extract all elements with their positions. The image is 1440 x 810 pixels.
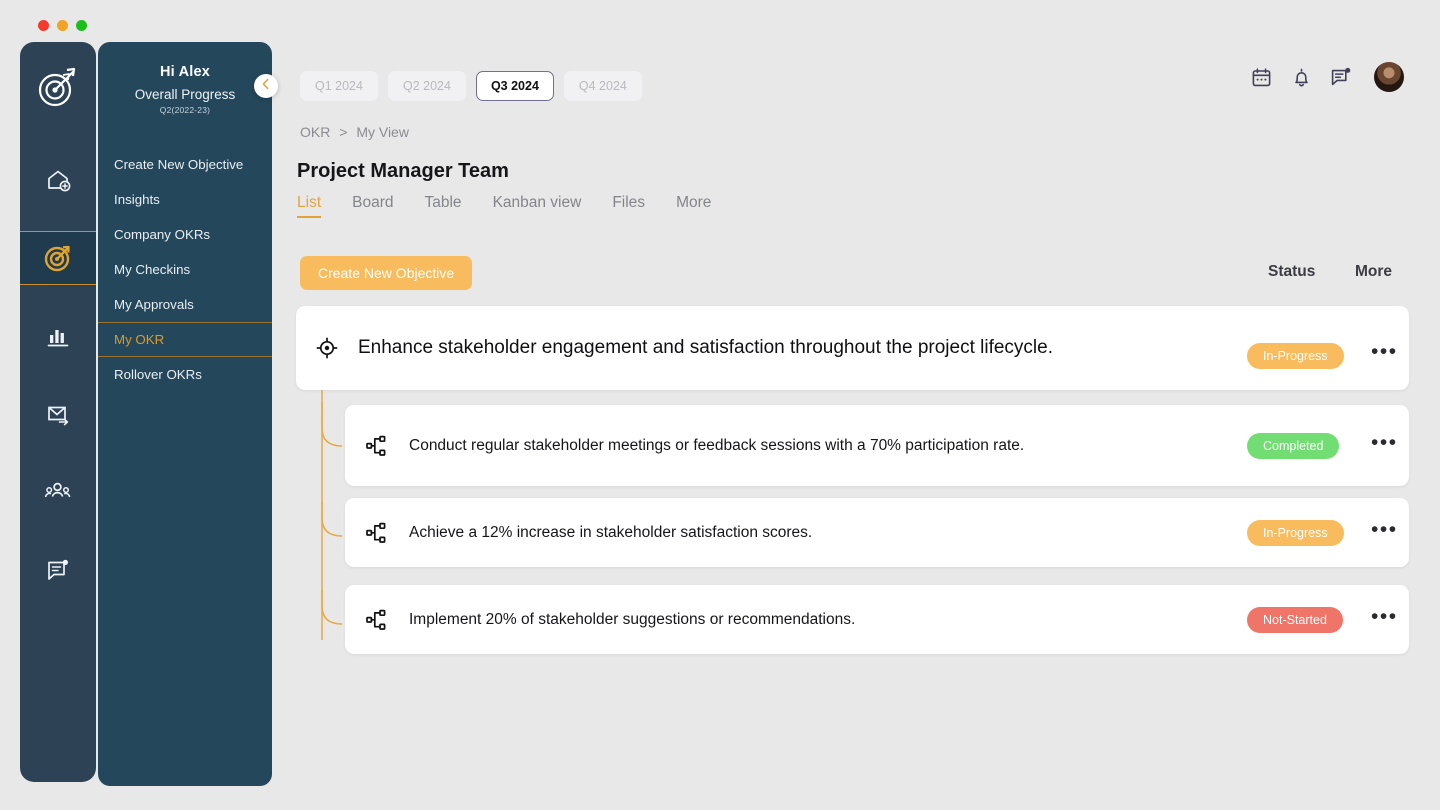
objective-title: Enhance stakeholder engagement and satis… — [358, 336, 1054, 358]
user-avatar[interactable] — [1374, 62, 1404, 92]
sidebar-item-my-approvals[interactable]: My Approvals — [98, 287, 272, 322]
key-result-menu-button[interactable]: ••• — [1371, 605, 1398, 629]
quarter-tab-q4[interactable]: Q4 2024 — [563, 71, 642, 101]
quarter-tab-q1[interactable]: Q1 2024 — [300, 71, 378, 101]
sidebar-item-home[interactable] — [20, 153, 96, 207]
bar-chart-icon — [45, 323, 71, 349]
sidebar-item-my-okr[interactable]: My OKR — [98, 322, 272, 357]
column-header-status: Status — [1268, 263, 1316, 280]
status-badge-key-result: Completed — [1247, 433, 1340, 459]
bell-icon[interactable] — [1290, 66, 1312, 88]
message-note-icon — [45, 557, 71, 583]
icon-rail — [20, 42, 96, 782]
sidebar-item-okr[interactable] — [20, 231, 96, 285]
objective-card[interactable]: Enhance stakeholder engagement and satis… — [296, 306, 1409, 390]
target-logo-icon — [36, 64, 80, 115]
breadcrumb-root[interactable]: OKR — [300, 124, 330, 140]
view-tabs: List Board Table Kanban view Files More — [297, 194, 711, 218]
key-result-menu-button[interactable]: ••• — [1371, 518, 1398, 542]
sidebar-collapse-button[interactable] — [254, 74, 278, 98]
sidebar-item-mail[interactable] — [20, 387, 96, 441]
column-header-more: More — [1355, 263, 1393, 280]
chevron-left-icon — [261, 77, 271, 95]
status-badge-key-result: Not-Started — [1247, 607, 1343, 633]
mail-send-icon — [45, 401, 71, 427]
tab-kanban-view[interactable]: Kanban view — [493, 194, 582, 218]
window-traffic-lights — [38, 20, 87, 31]
home-add-icon — [45, 167, 71, 193]
message-icon[interactable] — [1330, 66, 1352, 88]
tab-list[interactable]: List — [297, 194, 322, 218]
secondary-sidebar: Hi Alex Overall Progress Q2(2022-23) Cre… — [98, 42, 272, 786]
overall-progress-label: Overall Progress — [134, 87, 236, 102]
close-window-button[interactable] — [38, 20, 49, 31]
status-badge-objective: In-Progress — [1247, 343, 1344, 369]
target-icon — [44, 244, 72, 272]
sidebar-item-insights[interactable]: Insights — [98, 182, 272, 217]
sidebar-menu: Create New Objective Insights Company OK… — [98, 147, 272, 392]
maximize-window-button[interactable] — [76, 20, 87, 31]
key-result-title: Implement 20% of stakeholder suggestions… — [409, 610, 856, 628]
calendar-icon[interactable] — [1250, 66, 1272, 88]
tab-files[interactable]: Files — [612, 194, 645, 218]
breadcrumb-current[interactable]: My View — [356, 124, 409, 140]
sidebar-item-my-checkins[interactable]: My Checkins — [98, 252, 272, 287]
sidebar-item-rollover-okrs[interactable]: Rollover OKRs — [98, 357, 272, 392]
status-badge-key-result: In-Progress — [1247, 520, 1344, 546]
objective-menu-button[interactable]: ••• — [1371, 340, 1398, 364]
tab-board[interactable]: Board — [352, 194, 393, 218]
breadcrumb: OKR > My View — [300, 124, 409, 140]
app-window: Hi Alex Overall Progress Q2(2022-23) Cre… — [0, 0, 1440, 810]
sidebar-item-messages[interactable] — [20, 543, 96, 597]
hierarchy-icon — [345, 521, 409, 545]
quarter-tab-q3[interactable]: Q3 2024 — [475, 71, 554, 101]
quarter-tab-q2[interactable]: Q2 2024 — [387, 71, 466, 101]
sidebar-header: Hi Alex Overall Progress Q2(2022-23) — [98, 42, 272, 121]
users-icon — [44, 479, 72, 505]
hierarchy-icon — [345, 434, 409, 458]
sidebar-item-people[interactable] — [20, 465, 96, 519]
key-result-title: Conduct regular stakeholder meetings or … — [409, 436, 1025, 454]
tab-table[interactable]: Table — [425, 194, 462, 218]
greeting-text: Hi Alex — [159, 64, 211, 80]
key-result-title: Achieve a 12% increase in stakeholder sa… — [409, 523, 813, 541]
sidebar-item-company-okrs[interactable]: Company OKRs — [98, 217, 272, 252]
key-result-menu-button[interactable]: ••• — [1371, 431, 1398, 455]
header-actions — [1250, 62, 1404, 92]
page-title: Project Manager Team — [297, 160, 509, 182]
minimize-window-button[interactable] — [57, 20, 68, 31]
breadcrumb-separator: > — [339, 124, 348, 140]
sidebar-item-analytics[interactable] — [20, 309, 96, 363]
tab-more[interactable]: More — [676, 194, 711, 218]
quarter-tabs: Q1 2024 Q2 2024 Q3 2024 Q4 2024 — [300, 71, 642, 101]
sidebar-item-create-new-objective[interactable]: Create New Objective — [98, 147, 272, 182]
sidebar-quarter-label: Q2(2022-23) — [159, 105, 211, 115]
target-crosshair-icon — [296, 337, 358, 359]
create-new-objective-button[interactable]: Create New Objective — [300, 256, 473, 290]
hierarchy-icon — [345, 608, 409, 632]
